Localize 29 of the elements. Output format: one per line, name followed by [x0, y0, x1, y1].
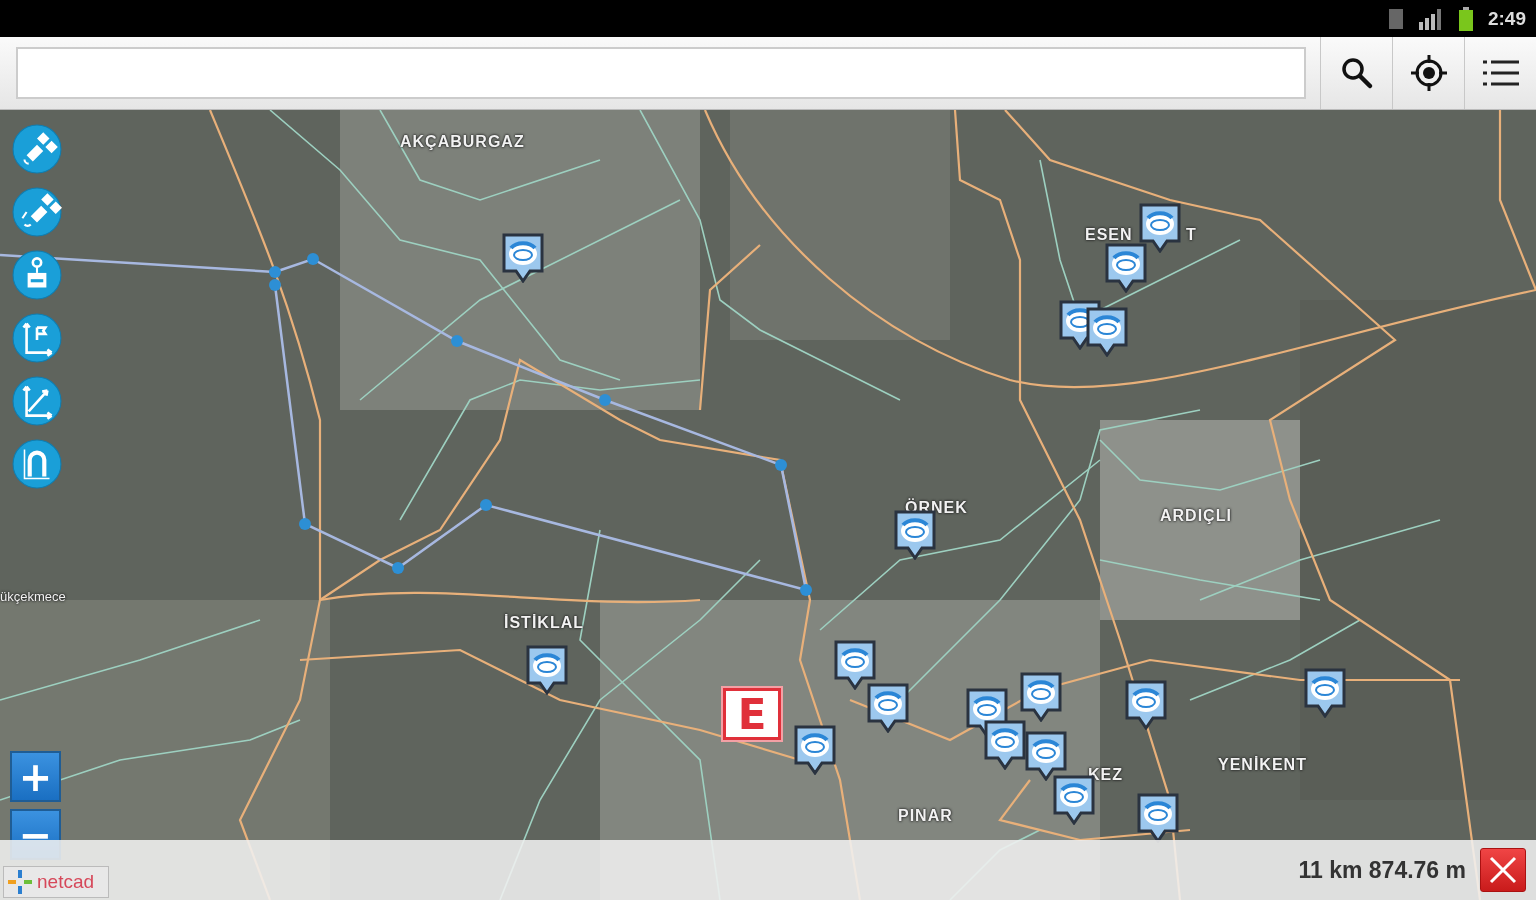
close-icon: [1488, 855, 1518, 885]
search-icon: [1339, 56, 1374, 90]
axes-flag-tool-icon[interactable]: [12, 313, 62, 363]
place-label: ESEN: [1085, 226, 1133, 244]
zoom-in-button[interactable]: +: [10, 751, 61, 802]
place-label: İSTİKLAL: [504, 614, 584, 632]
place-label: ARDIÇLI: [1160, 507, 1232, 525]
place-label: T: [1186, 226, 1197, 244]
search-field[interactable]: [16, 47, 1306, 99]
place-label: AKÇABURGAZ: [400, 133, 525, 151]
satellite-alt-tool-icon[interactable]: [12, 187, 62, 237]
pin-tool-icon[interactable]: [12, 250, 62, 300]
satellite-tool-icon[interactable]: [12, 124, 62, 174]
menu-icon: [1480, 58, 1521, 88]
place-label: ükçekmece: [0, 589, 66, 604]
clock: 2:49: [1487, 7, 1526, 30]
close-button[interactable]: [1480, 848, 1526, 892]
logo-icon: [7, 869, 33, 895]
battery-icon: [1457, 6, 1474, 31]
signal-icon: [1417, 7, 1444, 30]
magnet-tool-icon[interactable]: [12, 439, 62, 489]
pharmacy-sign[interactable]: E: [723, 688, 781, 740]
logo-text: netcad: [37, 871, 95, 893]
locate-icon: [1408, 53, 1449, 93]
place-label: PINAR: [898, 807, 953, 825]
axes-line-tool-icon[interactable]: [12, 376, 62, 426]
place-label: KEZ: [1088, 766, 1123, 784]
place-label: YENİKENT: [1218, 756, 1307, 774]
distance-readout: 11 km 874.76 m: [1298, 856, 1466, 884]
